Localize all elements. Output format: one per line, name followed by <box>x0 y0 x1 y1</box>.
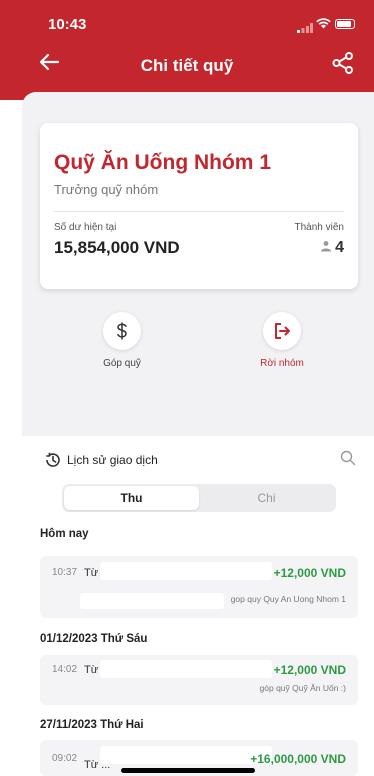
redacted-sender <box>100 562 272 580</box>
transaction-note: góp quỹ Quỹ Ăn Uốn :) <box>259 683 346 693</box>
members-label: Thành viên <box>294 222 344 233</box>
share-icon[interactable] <box>332 52 354 79</box>
balance-label: Số dư hiện tại <box>54 222 117 233</box>
history-icon <box>44 451 62 474</box>
transaction-from: Từ <box>84 664 99 676</box>
transaction-amount: +12,000 VND <box>273 566 346 580</box>
redacted-sender <box>100 660 272 678</box>
search-icon[interactable] <box>340 450 356 471</box>
exit-icon <box>263 312 301 350</box>
fund-name: Quỹ Ăn Uống Nhóm 1 <box>54 151 271 174</box>
dollar-icon <box>103 312 141 350</box>
contribute-label: Góp quỹ <box>103 358 141 369</box>
transaction-item[interactable]: 10:37 Từ +12,000 VND gop quy Quy An Uong… <box>40 556 358 618</box>
history-title: Lịch sử giao dịch <box>67 453 158 467</box>
page-title: Chi tiết quỹ <box>140 56 234 75</box>
date-group-title: Hôm nay <box>40 528 89 540</box>
members-count[interactable]: 4 <box>320 239 344 257</box>
income-expense-toggle: Thu Chi <box>62 484 336 512</box>
signal-icon <box>297 20 313 38</box>
wifi-icon <box>316 17 331 32</box>
person-icon <box>320 239 332 257</box>
transaction-amount: +16,000,000 VND <box>250 752 346 766</box>
transaction-time: 09:02 <box>52 753 78 764</box>
history-header: Lịch sử giao dịch <box>0 448 374 472</box>
fund-role: Trưởng quỹ nhóm <box>54 182 159 197</box>
date-group-title: 27/11/2023 Thứ Hai <box>40 719 144 731</box>
date-group-title: 01/12/2023 Thứ Sáu <box>40 633 148 645</box>
battery-icon <box>335 19 355 29</box>
transaction-time: 10:37 <box>52 567 78 578</box>
transaction-item[interactable]: 14:02 Từ +12,000 VND góp quỹ Quỹ Ăn Uốn … <box>40 655 358 705</box>
transaction-note: gop quy Quy An Uong Nhom 1 <box>230 594 346 604</box>
redacted-note <box>80 593 224 609</box>
contribute-button[interactable]: Góp quỹ <box>82 312 162 369</box>
redacted-sender <box>100 746 272 764</box>
app-header: 10:43 Chi tiết quỹ <box>0 0 374 100</box>
nav-bar: Chi tiết quỹ <box>0 44 374 92</box>
transaction-amount: +12,000 VND <box>273 663 346 677</box>
card-divider <box>54 211 344 212</box>
balance-value: 15,854,000 VND <box>54 238 180 257</box>
status-time: 10:43 <box>48 16 87 33</box>
home-indicator <box>121 768 255 773</box>
transaction-time: 14:02 <box>52 664 78 675</box>
fund-summary-card: Quỹ Ăn Uống Nhóm 1 Trưởng quỹ nhóm Số dư… <box>40 123 358 289</box>
transaction-from: Từ <box>84 567 99 579</box>
tab-chi[interactable]: Chi <box>199 486 334 510</box>
status-bar: 10:43 <box>0 0 374 44</box>
tab-thu[interactable]: Thu <box>64 486 199 510</box>
members-count-value: 4 <box>335 239 344 256</box>
leave-group-button[interactable]: Rời nhóm <box>242 312 322 369</box>
leave-group-label: Rời nhóm <box>260 358 304 369</box>
